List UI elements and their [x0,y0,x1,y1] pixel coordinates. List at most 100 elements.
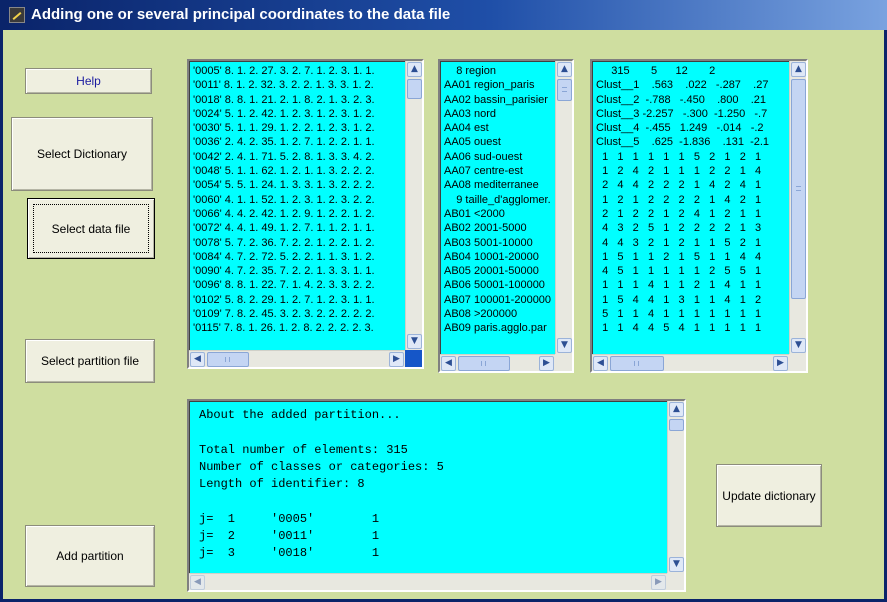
scroll-right-arrow-icon[interactable]: ▶ [651,575,666,590]
partition-row[interactable]: 5 1 1 4 1 1 1 1 1 1 1 [596,307,769,321]
dictionary-horizontal-scrollbar[interactable]: ◀ ▶ [440,354,555,371]
scroll-down-arrow-icon[interactable]: ▼ [407,334,422,349]
scroll-up-arrow-icon[interactable]: ▲ [791,62,806,77]
memo-line[interactable]: Length of identifier: 8 [199,476,444,493]
data-row[interactable]: '0078' 5. 7. 2. 36. 7. 2. 2. 1. 2. 2. 1.… [193,236,375,250]
memo-line[interactable]: Total number of elements: 315 [199,442,444,459]
scroll-thumb[interactable] [407,79,422,99]
data-row[interactable]: '0090' 4. 7. 2. 35. 7. 2. 2. 1. 3. 3. 1.… [193,264,375,278]
dictionary-entry[interactable]: AA06 sud-ouest [444,150,551,164]
help-button[interactable]: Help [25,68,152,94]
data-row[interactable]: '0084' 4. 7. 2. 72. 5. 2. 2. 1. 1. 3. 1.… [193,250,375,264]
scroll-thumb[interactable] [557,79,572,101]
partition-row[interactable]: 1 1 1 4 1 1 2 1 4 1 1 [596,278,769,292]
partition-row[interactable]: 1 1 1 1 1 1 5 2 1 2 1 [596,150,769,164]
dictionary-entry[interactable]: 8 region [444,64,551,78]
partition-row[interactable]: Clust__2 -.788 -.450 .800 .21 [596,93,769,107]
partition-row[interactable]: Clust__4 -.455 1.249 -.014 -.2 [596,121,769,135]
partition-row[interactable]: Clust__1 .563 .022 -.287 .27 [596,78,769,92]
partition-row[interactable]: Clust__3 -2.257 -.300 -1.250 -.7 [596,107,769,121]
dictionary-entry[interactable]: AA01 region_paris [444,78,551,92]
partition-horizontal-scrollbar[interactable]: ◀ ▶ [592,354,789,371]
dictionary-entry[interactable]: AB09 paris.agglo.par [444,321,551,335]
scroll-right-arrow-icon[interactable]: ▶ [539,356,554,371]
data-file-vertical-scrollbar[interactable]: ▲ ▼ [405,61,422,350]
dictionary-listbox[interactable]: 8 region AA01 region_paris AA02 bassin_par… [438,59,574,373]
partition-row[interactable]: 1 2 1 2 2 2 2 1 4 2 1 [596,193,769,207]
scroll-right-arrow-icon[interactable]: ▶ [389,352,404,367]
memo-line[interactable]: j= 3 '0018' 1 [199,545,444,562]
scroll-left-arrow-icon[interactable]: ◀ [593,356,608,371]
dictionary-entry[interactable]: AA03 nord [444,107,551,121]
data-file-listbox[interactable]: '0005' 8. 1. 2. 27. 3. 2. 7. 1. 2. 3. 1.… [187,59,424,369]
partition-row[interactable]: 2 4 4 2 2 2 1 4 2 4 1 [596,178,769,192]
dictionary-entry[interactable]: AB08 >200000 [444,307,551,321]
select-dictionary-button[interactable]: Select Dictionary [11,117,153,191]
dictionary-entry[interactable]: AB01 <2000 [444,207,551,221]
memo-line[interactable] [199,424,444,441]
memo-vertical-scrollbar[interactable]: ▲ ▼ [667,401,684,573]
data-row[interactable]: '0048' 5. 1. 1. 62. 1. 2. 1. 1. 3. 2. 2.… [193,164,375,178]
scroll-down-arrow-icon[interactable]: ▼ [791,338,806,353]
scroll-thumb[interactable] [207,352,249,367]
memo-line[interactable]: j= 2 '0011' 1 [199,528,444,545]
update-dictionary-button[interactable]: Update dictionary [716,464,822,527]
data-row[interactable]: '0060' 4. 1. 1. 52. 1. 2. 3. 1. 2. 3. 2.… [193,193,375,207]
data-row[interactable]: '0072' 4. 4. 1. 49. 1. 2. 7. 1. 1. 2. 1.… [193,221,375,235]
scroll-right-arrow-icon[interactable]: ▶ [773,356,788,371]
scroll-up-arrow-icon[interactable]: ▲ [407,62,422,77]
add-partition-button[interactable]: Add partition [25,525,155,587]
scroll-down-arrow-icon[interactable]: ▼ [669,557,684,572]
memo-horizontal-scrollbar[interactable]: ◀ ▶ [189,573,667,590]
partition-row[interactable]: Clust__5 .625 -1.836 .131 -2.1 [596,135,769,149]
data-row[interactable]: '0011' 8. 1. 2. 32. 3. 2. 2. 1. 3. 3. 1.… [193,78,375,92]
data-row[interactable]: '0036' 2. 4. 2. 35. 1. 2. 7. 1. 2. 2. 1.… [193,135,375,149]
scroll-left-arrow-icon[interactable]: ◀ [190,575,205,590]
scroll-thumb[interactable] [669,419,684,431]
dictionary-entry[interactable]: AA05 ouest [444,135,551,149]
data-row[interactable]: '0018' 8. 8. 1. 21. 2. 1. 8. 2. 1. 3. 2.… [193,93,375,107]
dictionary-entry[interactable]: AA08 mediterranee [444,178,551,192]
dictionary-entry[interactable]: AB03 5001-10000 [444,236,551,250]
partition-row[interactable]: 1 1 4 4 5 4 1 1 1 1 1 [596,321,769,335]
partition-vertical-scrollbar[interactable]: ▲ ▼ [789,61,806,354]
data-row[interactable]: '0096' 8. 8. 1. 22. 7. 1. 4. 2. 3. 3. 2.… [193,278,375,292]
memo-line[interactable] [199,493,444,510]
dictionary-entry[interactable]: AB06 50001-100000 [444,278,551,292]
scroll-thumb[interactable] [791,79,806,299]
dictionary-entry[interactable]: AB04 10001-20000 [444,250,551,264]
data-row[interactable]: '0005' 8. 1. 2. 27. 3. 2. 7. 1. 2. 3. 1.… [193,64,375,78]
data-row[interactable]: '0030' 5. 1. 1. 29. 1. 2. 2. 1. 2. 3. 1.… [193,121,375,135]
scroll-up-arrow-icon[interactable]: ▲ [669,402,684,417]
data-row[interactable]: '0024' 5. 1. 2. 42. 1. 2. 3. 1. 2. 3. 1.… [193,107,375,121]
dictionary-entry[interactable]: AA04 est [444,121,551,135]
partition-row[interactable]: 4 3 2 5 1 2 2 2 2 1 3 [596,221,769,235]
partition-listbox[interactable]: 315 5 12 2 Clust__1 .563 .022 -.287 .27 Cl… [590,59,808,373]
scroll-left-arrow-icon[interactable]: ◀ [441,356,456,371]
data-row[interactable]: '0115' 7. 8. 1. 26. 1. 2. 8. 2. 2. 2. 2.… [193,321,375,335]
dictionary-entry[interactable]: AB07 100001-200000 [444,293,551,307]
data-row[interactable]: '0042' 2. 4. 1. 71. 5. 2. 8. 1. 3. 3. 4.… [193,150,375,164]
dictionary-entry[interactable]: AA07 centre-est [444,164,551,178]
dictionary-entry[interactable]: 9 taille_d'agglomer. [444,193,551,207]
partition-row[interactable]: 4 4 3 2 1 2 1 1 5 2 1 [596,236,769,250]
partition-row[interactable]: 2 1 2 2 1 2 4 1 2 1 1 [596,207,769,221]
dictionary-entry[interactable]: AB05 20001-50000 [444,264,551,278]
dictionary-vertical-scrollbar[interactable]: ▲ ▼ [555,61,572,354]
scroll-down-arrow-icon[interactable]: ▼ [557,338,572,353]
partition-row[interactable]: 4 5 1 1 1 1 1 2 5 5 1 [596,264,769,278]
data-row[interactable]: '0066' 4. 4. 2. 42. 1. 2. 9. 1. 2. 2. 1.… [193,207,375,221]
dictionary-entry[interactable]: AA02 bassin_parisier [444,93,551,107]
partition-row[interactable]: 1 5 1 1 2 1 5 1 1 4 4 [596,250,769,264]
memo-line[interactable]: j= 1 '0005' 1 [199,511,444,528]
partition-info-memo[interactable]: About the added partition... Total numbe… [187,399,686,592]
data-row[interactable]: '0109' 7. 8. 2. 45. 3. 2. 3. 2. 2. 2. 2.… [193,307,375,321]
memo-line[interactable]: About the added partition... [199,407,444,424]
partition-row[interactable]: 1 5 4 4 1 3 1 1 4 1 2 [596,293,769,307]
data-file-horizontal-scrollbar[interactable]: ◀ ▶ [189,350,405,367]
dictionary-entry[interactable]: AB02 2001-5000 [444,221,551,235]
scroll-up-arrow-icon[interactable]: ▲ [557,62,572,77]
scroll-thumb[interactable] [458,356,510,371]
partition-row[interactable]: 315 5 12 2 [596,64,769,78]
memo-line[interactable]: Number of classes or categories: 5 [199,459,444,476]
